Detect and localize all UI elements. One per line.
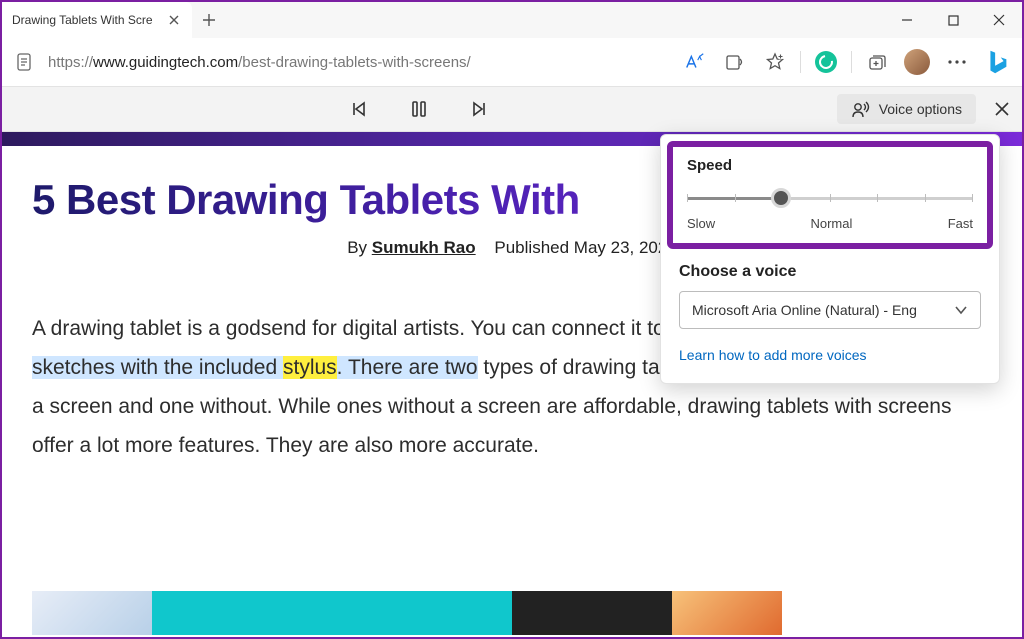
read-aloud-icon <box>725 53 745 71</box>
text-size-icon <box>684 53 706 71</box>
by-prefix: By <box>347 238 372 257</box>
collections-button[interactable] <box>860 45 894 79</box>
voice-options-panel: Speed Slow Normal Fast Choose a voice Mi… <box>660 134 1000 384</box>
author-link[interactable]: Sumukh Rao <box>372 238 476 257</box>
pause-button[interactable] <box>403 93 435 125</box>
playback-controls <box>2 93 837 125</box>
speed-section-highlight: Speed Slow Normal Fast <box>667 141 993 249</box>
titlebar-drag-area[interactable] <box>226 2 884 38</box>
reader-close-button[interactable] <box>982 89 1022 129</box>
address-bar-row: https://www.guidingtech.com/best-drawing… <box>2 38 1022 86</box>
slider-max-label: Fast <box>948 216 973 231</box>
url-path: /best-drawing-tablets-with-screens/ <box>238 54 471 71</box>
tab-title: Drawing Tablets With Scre <box>12 13 166 27</box>
skip-back-icon <box>350 100 368 118</box>
maximize-icon <box>948 15 959 26</box>
maximize-button[interactable] <box>930 2 976 38</box>
selected-voice: Microsoft Aria Online (Natural) - Eng <box>692 302 917 318</box>
browser-tab[interactable]: Drawing Tablets With Scre <box>2 2 192 38</box>
site-info-button[interactable] <box>10 48 38 76</box>
slider-mid-label: Normal <box>810 216 852 231</box>
text-size-button[interactable] <box>678 45 712 79</box>
pause-icon <box>411 100 427 118</box>
ellipsis-icon <box>948 59 966 65</box>
window-close-button[interactable] <box>976 2 1022 38</box>
image-thumb <box>512 591 672 635</box>
more-menu-button[interactable] <box>940 45 974 79</box>
slider-min-label: Slow <box>687 216 715 231</box>
bing-chat-button[interactable] <box>980 45 1014 79</box>
url-host: www.guidingtech.com <box>93 54 238 71</box>
voice-options-label: Voice options <box>879 101 962 117</box>
learn-more-link[interactable]: Learn how to add more voices <box>679 347 867 363</box>
separator <box>851 51 852 73</box>
slider-ticks <box>687 194 973 202</box>
read-aloud-button[interactable] <box>718 45 752 79</box>
favorites-button[interactable] <box>758 45 792 79</box>
voice-icon <box>851 100 871 118</box>
tab-close-button[interactable] <box>166 12 182 28</box>
close-icon <box>995 102 1009 116</box>
choose-voice-label: Choose a voice <box>679 263 981 281</box>
reader-toolbar: Voice options <box>2 86 1022 132</box>
skip-forward-icon <box>470 100 488 118</box>
star-add-icon <box>765 52 785 72</box>
speed-label: Speed <box>687 157 973 174</box>
current-word-highlight: stylus <box>283 356 337 379</box>
minimize-icon <box>901 14 913 26</box>
slider-thumb[interactable] <box>771 188 791 208</box>
address-bar[interactable]: https://www.guidingtech.com/best-drawing… <box>44 48 672 77</box>
grammarly-icon <box>815 51 837 73</box>
voice-options-button[interactable]: Voice options <box>837 94 976 124</box>
article-image-strip <box>32 591 782 635</box>
grammarly-extension[interactable] <box>809 45 843 79</box>
url-scheme: https:// <box>48 54 93 71</box>
avatar-icon <box>904 49 930 75</box>
window-controls <box>884 2 1022 38</box>
titlebar: Drawing Tablets With Scre <box>2 2 1022 38</box>
minimize-button[interactable] <box>884 2 930 38</box>
new-tab-button[interactable] <box>192 2 226 38</box>
speed-slider[interactable] <box>687 188 973 208</box>
close-icon <box>169 15 179 25</box>
image-thumb <box>32 591 152 635</box>
slider-labels: Slow Normal Fast <box>687 216 973 231</box>
profile-button[interactable] <box>900 45 934 79</box>
separator <box>800 51 801 73</box>
image-thumb <box>152 591 512 635</box>
close-icon <box>993 14 1005 26</box>
previous-button[interactable] <box>343 93 375 125</box>
chevron-down-icon <box>954 305 968 315</box>
voice-select[interactable]: Microsoft Aria Online (Natural) - Eng <box>679 291 981 329</box>
next-button[interactable] <box>463 93 495 125</box>
plus-icon <box>202 13 216 27</box>
page-icon <box>16 53 32 71</box>
bing-icon <box>982 47 1012 77</box>
image-thumb <box>672 591 782 635</box>
collections-icon <box>867 53 887 71</box>
published: Published May 23, 2023 <box>494 238 676 257</box>
